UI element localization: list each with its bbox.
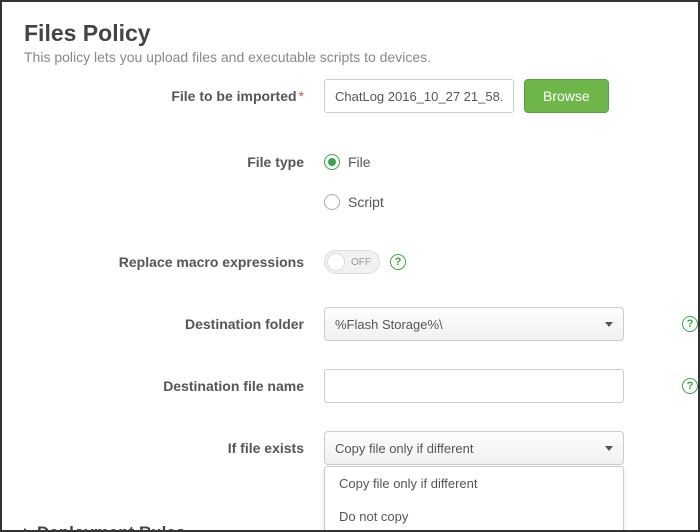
dropdown-if-exists-value: Copy file only if different (335, 441, 474, 456)
label-if-exists: If file exists (24, 440, 324, 456)
page-title: Files Policy (24, 20, 670, 47)
row-file-import: File to be imported* Browse (24, 79, 670, 113)
file-import-input[interactable] (324, 79, 514, 113)
label-file-import: File to be imported* (24, 88, 324, 104)
row-file-type: File type File (24, 145, 670, 179)
dropdown-if-exists-menu: Copy file only if different Do not copy (324, 466, 624, 532)
browse-button[interactable]: Browse (524, 79, 609, 113)
dropdown-dest-folder-value: %Flash Storage%\ (335, 317, 443, 332)
label-replace-macro: Replace macro expressions (24, 254, 324, 270)
required-asterisk: * (299, 88, 304, 104)
dropdown-option-copy-if-different[interactable]: Copy file only if different (325, 467, 623, 500)
radio-file[interactable]: File (324, 154, 371, 170)
help-icon[interactable]: ? (682, 316, 698, 332)
row-if-exists: If file exists Copy file only if differe… (24, 431, 670, 465)
chevron-down-icon (605, 446, 613, 451)
row-replace-macro: Replace macro expressions OFF ? (24, 245, 670, 279)
radio-script-indicator (324, 194, 340, 210)
radio-file-indicator (324, 154, 340, 170)
chevron-down-icon (605, 322, 613, 327)
dropdown-dest-folder[interactable]: %Flash Storage%\ (324, 307, 624, 341)
help-icon[interactable]: ? (390, 254, 406, 270)
radio-file-label: File (348, 154, 371, 170)
radio-script[interactable]: Script (324, 194, 384, 210)
disclosure-triangle-icon (24, 528, 31, 532)
page-subtitle: This policy lets you upload files and ex… (24, 49, 670, 65)
label-dest-folder: Destination folder (24, 316, 324, 332)
label-dest-filename: Destination file name (24, 378, 324, 394)
row-file-type-script: Script (24, 185, 670, 219)
section-deployment-rules-label: Deployment Rules (37, 523, 185, 532)
dropdown-option-do-not-copy[interactable]: Do not copy (325, 500, 623, 532)
row-dest-folder: Destination folder %Flash Storage%\ ? (24, 307, 670, 341)
toggle-state-label: OFF (351, 257, 371, 268)
toggle-knob (327, 253, 345, 271)
label-file-type: File type (24, 154, 324, 170)
row-dest-filename: Destination file name ? (24, 369, 670, 403)
dest-filename-input[interactable] (324, 369, 624, 403)
radio-script-label: Script (348, 194, 384, 210)
help-icon[interactable]: ? (682, 378, 698, 394)
dropdown-if-exists[interactable]: Copy file only if different (324, 431, 624, 465)
files-policy-panel: Files Policy This policy lets you upload… (0, 0, 700, 532)
toggle-replace-macro[interactable]: OFF (324, 250, 380, 274)
